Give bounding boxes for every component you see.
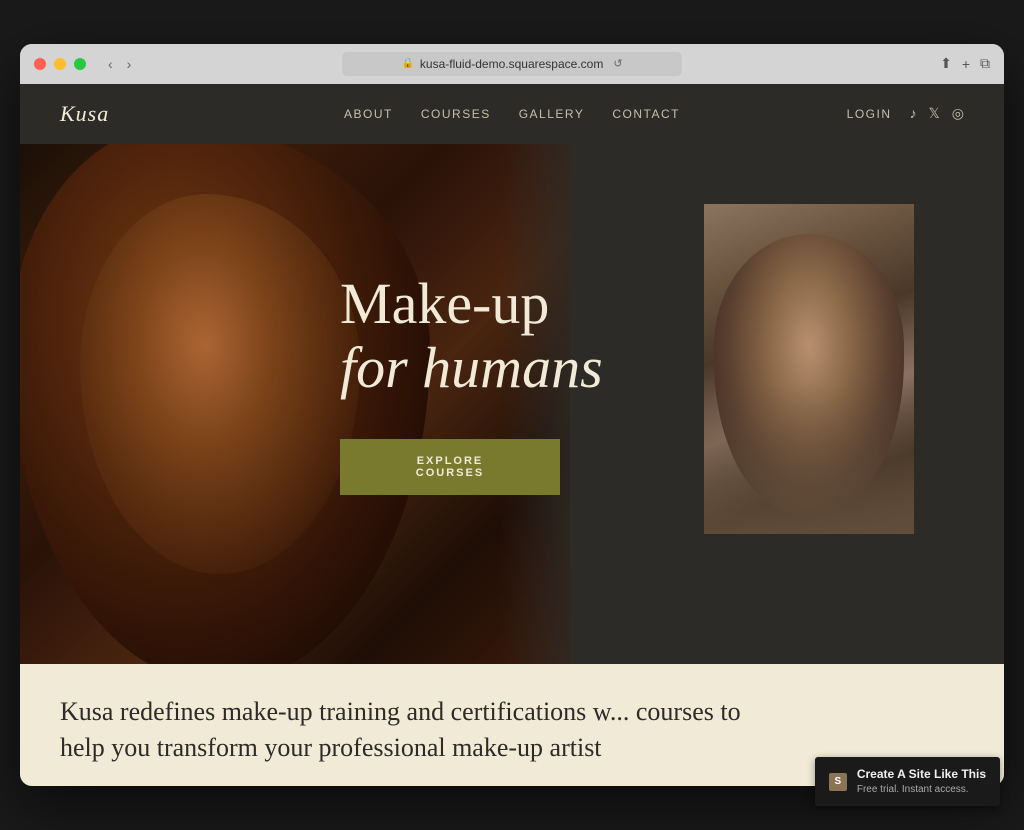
share-button[interactable]: ⬆ — [940, 55, 952, 72]
browser-back-button[interactable]: ‹ — [104, 54, 117, 74]
login-link[interactable]: LOGIN — [847, 107, 892, 121]
hero-text-area: Make-up for humans EXPLORE COURSES — [320, 144, 650, 664]
squarespace-logo: S — [829, 773, 847, 791]
squarespace-badge[interactable]: S Create A Site Like This Free trial. In… — [815, 757, 1000, 806]
twitter-icon[interactable]: 𝕏 — [929, 105, 940, 122]
explore-courses-button[interactable]: EXPLORE COURSES — [340, 439, 560, 495]
instagram-icon[interactable]: ◎ — [952, 105, 964, 122]
site-logo[interactable]: Kusa — [60, 101, 109, 127]
website-content: Kusa ABOUT COURSES GALLERY CONTACT LOGIN — [20, 84, 1004, 787]
browser-forward-button[interactable]: › — [123, 54, 136, 74]
nav-right: LOGIN ♪ 𝕏 ◎ — [847, 105, 964, 122]
minimize-button[interactable] — [54, 58, 66, 70]
tabs-button[interactable]: ⧉ — [980, 55, 990, 72]
hero-title-line1: Make-up — [340, 272, 549, 336]
badge-title: Create A Site Like This — [857, 767, 986, 783]
browser-toolbar-right: ⬆ + ⧉ — [940, 55, 990, 72]
badge-subtitle: Free trial. Instant access. — [857, 783, 986, 796]
browser-window: ‹ › 🔒 kusa-fluid-demo.squarespace.com ↺ … — [20, 44, 1004, 787]
hero-title-line2: for humans — [340, 336, 603, 400]
nav-item-courses[interactable]: COURSES — [421, 105, 491, 123]
bottom-description: Kusa redefines make-up training and cert… — [60, 694, 760, 767]
badge-text: Create A Site Like This Free trial. Inst… — [857, 767, 986, 796]
tiktok-icon[interactable]: ♪ — [910, 105, 917, 122]
hero-section: Make-up for humans EXPLORE COURSES — [20, 144, 1004, 664]
browser-titlebar: ‹ › 🔒 kusa-fluid-demo.squarespace.com ↺ … — [20, 44, 1004, 84]
url-text: kusa-fluid-demo.squarespace.com — [420, 57, 603, 71]
hero-side-image — [704, 204, 914, 534]
close-button[interactable] — [34, 58, 46, 70]
nav-item-gallery[interactable]: GALLERY — [519, 105, 585, 123]
nav-links: ABOUT COURSES GALLERY CONTACT — [344, 105, 680, 123]
lock-icon: 🔒 — [401, 58, 413, 69]
new-tab-button[interactable]: + — [962, 56, 970, 72]
social-icons: ♪ 𝕏 ◎ — [910, 105, 965, 122]
site-navigation: Kusa ABOUT COURSES GALLERY CONTACT LOGIN — [20, 84, 1004, 144]
fullscreen-button[interactable] — [74, 58, 86, 70]
reload-button[interactable]: ↺ — [613, 57, 622, 70]
browser-nav-buttons: ‹ › — [104, 54, 135, 74]
address-bar[interactable]: 🔒 kusa-fluid-demo.squarespace.com ↺ — [342, 52, 682, 76]
nav-item-contact[interactable]: CONTACT — [612, 105, 680, 123]
nav-item-about[interactable]: ABOUT — [344, 105, 393, 123]
